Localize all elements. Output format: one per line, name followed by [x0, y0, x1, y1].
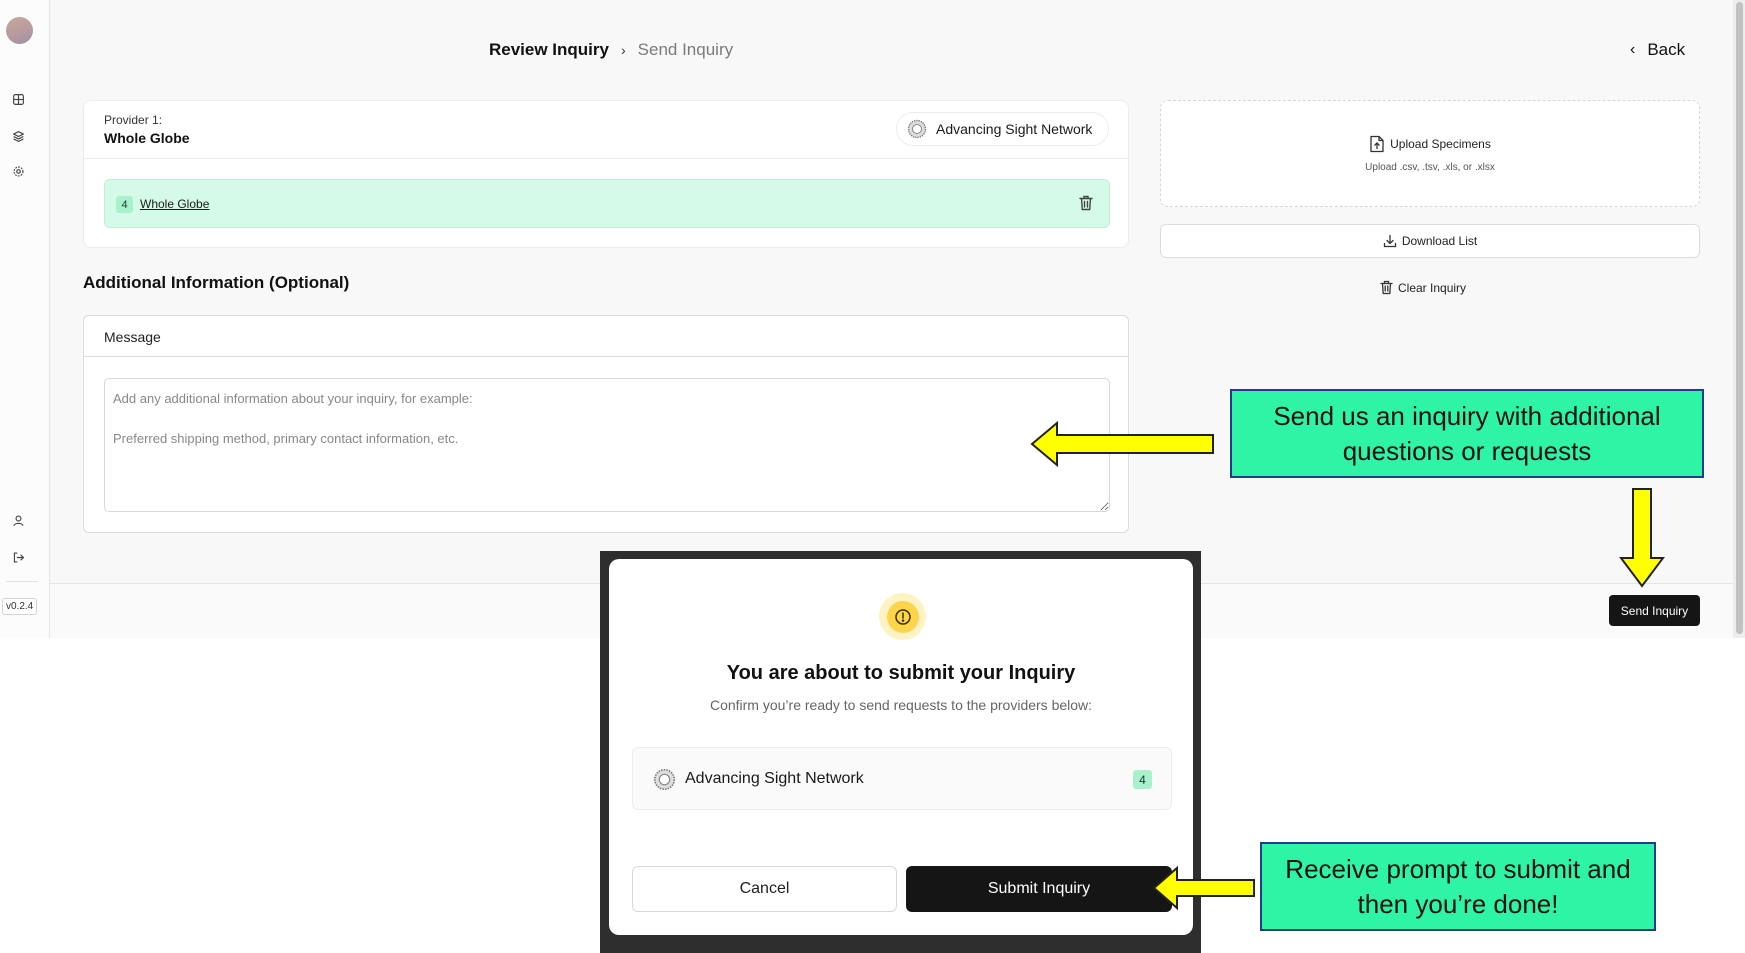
- chevron-left-icon: ‹: [1630, 41, 1636, 58]
- upload-formats: Upload .csv, .tsv, .xls, or .xlsx: [1365, 162, 1495, 173]
- network-logo-icon: [907, 119, 927, 139]
- download-list-label: Download List: [1401, 234, 1478, 248]
- message-header: Message: [84, 316, 1128, 357]
- arrow-left-icon: [1152, 865, 1255, 911]
- clear-inquiry-label: Clear Inquiry: [1398, 280, 1467, 295]
- settings-icon[interactable]: [10, 163, 26, 179]
- user-icon[interactable]: [10, 512, 26, 528]
- download-icon: [1383, 234, 1396, 248]
- message-textarea[interactable]: [104, 378, 1110, 512]
- grid-icon[interactable]: [10, 91, 26, 107]
- alert-circle-icon: [879, 593, 926, 640]
- item-link[interactable]: Whole Globe: [140, 197, 209, 211]
- item-count-badge: 4: [116, 196, 133, 213]
- network-pill: Advancing Sight Network: [896, 112, 1110, 146]
- trash-icon: [1380, 280, 1393, 295]
- back-label: Back: [1647, 40, 1686, 59]
- breadcrumb-next[interactable]: Send Inquiry: [638, 40, 733, 60]
- provider-header: Provider 1: Whole Globe Advancing Sight …: [84, 101, 1128, 159]
- sidebar-divider: [6, 581, 38, 582]
- modal-provider-name: Advancing Sight Network: [685, 770, 864, 787]
- message-label: Message: [104, 329, 161, 345]
- provider-name: Whole Globe: [104, 130, 190, 146]
- layers-icon[interactable]: [10, 128, 26, 144]
- breadcrumb-current: Review Inquiry: [489, 40, 609, 59]
- modal-provider-row: Advancing Sight Network 4: [632, 747, 1172, 810]
- scrollbar-thumb[interactable]: [1736, 2, 1743, 634]
- send-inquiry-button[interactable]: Send Inquiry: [1609, 595, 1700, 626]
- provider-card: Provider 1: Whole Globe Advancing Sight …: [83, 100, 1129, 248]
- upload-title: Upload Specimens: [1161, 135, 1699, 153]
- provider-label: Provider 1:: [104, 113, 163, 127]
- file-upload-icon: [1370, 135, 1384, 153]
- back-button[interactable]: ‹ Back: [1630, 40, 1685, 60]
- callout-send-inquiry: Send us an inquiry with additional quest…: [1230, 389, 1704, 478]
- chevron-right-icon: ›: [620, 42, 626, 58]
- modal-title: You are about to submit your Inquiry: [726, 662, 1076, 684]
- callout-submit: Receive prompt to submit and then you’re…: [1260, 842, 1656, 931]
- version-badge: v0.2.4: [2, 598, 38, 615]
- download-list-button[interactable]: Download List: [1160, 224, 1700, 258]
- list-item: 4 Whole Globe: [104, 179, 1110, 228]
- message-card: Message: [83, 315, 1129, 533]
- breadcrumb: Review Inquiry › Send Inquiry: [489, 40, 733, 60]
- logout-icon[interactable]: [10, 549, 26, 565]
- modal-subtitle: Confirm you’re ready to send requests to…: [709, 697, 1093, 713]
- upload-title-text: Upload Specimens: [1390, 137, 1491, 151]
- avatar[interactable]: [6, 17, 33, 44]
- arrow-left-icon: [1030, 420, 1214, 468]
- section-title: Additional Information (Optional): [83, 273, 350, 292]
- cancel-button[interactable]: Cancel: [632, 866, 897, 912]
- network-name: Advancing Sight Network: [936, 121, 1093, 137]
- clear-inquiry-button[interactable]: Clear Inquiry: [1380, 280, 1466, 295]
- upload-dropzone[interactable]: Upload Specimens Upload .csv, .tsv, .xls…: [1160, 100, 1700, 207]
- network-logo-icon: [653, 768, 676, 791]
- modal-count-badge: 4: [1133, 770, 1152, 789]
- sidebar: v0.2.4: [0, 0, 50, 638]
- submit-inquiry-button[interactable]: Submit Inquiry: [906, 866, 1172, 912]
- app-window: v0.2.4 Review Inquiry › Send Inquiry ‹ B…: [0, 0, 1745, 638]
- trash-icon[interactable]: [1077, 194, 1095, 212]
- arrow-down-icon: [1619, 488, 1665, 588]
